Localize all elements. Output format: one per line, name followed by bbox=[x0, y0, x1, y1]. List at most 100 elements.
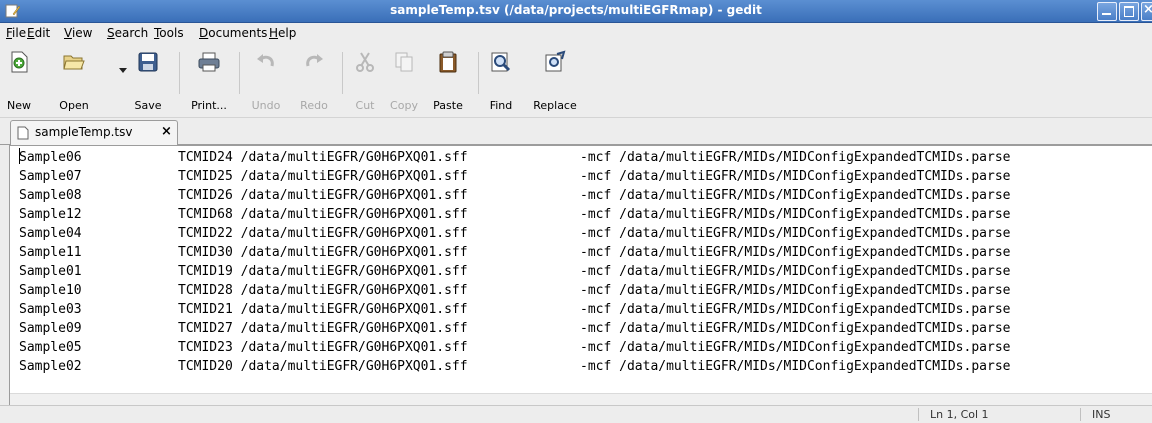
redo-label: Redo bbox=[300, 99, 328, 112]
replace-label: Replace bbox=[533, 99, 577, 112]
window-controls: × bbox=[1095, 2, 1152, 21]
menu-bar: File Edit View Search Tools Documents Help bbox=[0, 23, 1152, 44]
find-label: Find bbox=[489, 99, 513, 112]
line-mid-path: TCMID28 /data/multiEGFR/G0H6PXQ01.sff bbox=[178, 283, 468, 298]
tab-label: sampleTemp.tsv bbox=[35, 125, 133, 139]
line-sample: Sample01 bbox=[19, 264, 82, 279]
title-bar[interactable]: sampleTemp.tsv (/data/projects/multiEGFR… bbox=[0, 0, 1152, 23]
line-mid-path: TCMID22 /data/multiEGFR/G0H6PXQ01.sff bbox=[178, 226, 468, 241]
line-config: -mcf /data/multiEGFR/MIDs/MIDConfigExpan… bbox=[580, 207, 1011, 222]
toolbar: New Open Save Print... Undo Redo Cut Cop… bbox=[0, 44, 1152, 118]
line-config: -mcf /data/multiEGFR/MIDs/MIDConfigExpan… bbox=[580, 340, 1011, 355]
document-tabs: sampleTemp.tsv × bbox=[0, 118, 1152, 145]
open-button[interactable]: Open bbox=[52, 48, 96, 112]
line-sample: Sample02 bbox=[19, 359, 82, 374]
line-sample: Sample11 bbox=[19, 245, 82, 260]
paste-label: Paste bbox=[433, 99, 463, 112]
maximize-icon bbox=[1124, 6, 1134, 17]
magnifier-icon bbox=[491, 52, 511, 72]
print-button[interactable]: Print... bbox=[187, 48, 231, 112]
line-mid-path: TCMID30 /data/multiEGFR/G0H6PXQ01.sff bbox=[178, 245, 468, 260]
text-editor[interactable]: Sample06 TCMID24 /data/multiEGFR/G0H6PXQ0… bbox=[9, 145, 1152, 406]
new-button[interactable]: New bbox=[4, 48, 34, 112]
menu-file[interactable]: File bbox=[6, 26, 26, 40]
paste-button[interactable]: Paste bbox=[428, 48, 468, 112]
tab-sampletemp[interactable]: sampleTemp.tsv × bbox=[10, 120, 178, 145]
line-config: -mcf /data/multiEGFR/MIDs/MIDConfigExpan… bbox=[580, 226, 1011, 241]
chevron-down-icon[interactable] bbox=[119, 68, 127, 73]
window-title: sampleTemp.tsv (/data/projects/multiEGFR… bbox=[390, 3, 762, 17]
find-replace-icon bbox=[545, 50, 566, 72]
close-window-button[interactable]: × bbox=[1141, 2, 1152, 21]
replace-button[interactable]: Replace bbox=[527, 48, 583, 112]
menu-search[interactable]: Search bbox=[107, 26, 148, 40]
cut-label: Cut bbox=[355, 99, 375, 112]
line-sample: Sample05 bbox=[19, 340, 82, 355]
close-icon: × bbox=[1143, 2, 1152, 17]
line-sample: Sample08 bbox=[19, 188, 82, 203]
toolbar-separator bbox=[179, 52, 180, 94]
cut-button[interactable]: Cut bbox=[350, 48, 380, 112]
line-mid-path: TCMID26 /data/multiEGFR/G0H6PXQ01.sff bbox=[178, 188, 468, 203]
line-mid-path: TCMID19 /data/multiEGFR/G0H6PXQ01.sff bbox=[178, 264, 468, 279]
new-document-icon bbox=[11, 51, 28, 73]
close-tab-icon[interactable]: × bbox=[161, 124, 172, 139]
line-mid-path: TCMID21 /data/multiEGFR/G0H6PXQ01.sff bbox=[178, 302, 468, 317]
document-icon bbox=[17, 126, 29, 140]
toolbar-separator bbox=[342, 52, 343, 94]
maximize-button[interactable] bbox=[1119, 2, 1139, 21]
open-label: Open bbox=[59, 99, 89, 112]
cursor-position: Ln 1, Col 1 bbox=[930, 408, 989, 421]
line-mid-path: TCMID25 /data/multiEGFR/G0H6PXQ01.sff bbox=[178, 169, 468, 184]
line-sample: Sample12 bbox=[19, 207, 82, 222]
line-config: -mcf /data/multiEGFR/MIDs/MIDConfigExpan… bbox=[580, 150, 1011, 165]
scissors-icon bbox=[356, 52, 374, 72]
status-bar: Ln 1, Col 1 INS bbox=[0, 405, 1152, 423]
line-config: -mcf /data/multiEGFR/MIDs/MIDConfigExpan… bbox=[580, 321, 1011, 336]
menu-edit[interactable]: Edit bbox=[27, 26, 50, 40]
line-config: -mcf /data/multiEGFR/MIDs/MIDConfigExpan… bbox=[580, 302, 1011, 317]
print-label: Print... bbox=[191, 99, 227, 112]
line-sample: Sample10 bbox=[19, 283, 82, 298]
line-config: -mcf /data/multiEGFR/MIDs/MIDConfigExpan… bbox=[580, 264, 1011, 279]
line-config: -mcf /data/multiEGFR/MIDs/MIDConfigExpan… bbox=[580, 245, 1011, 260]
line-mid-path: TCMID20 /data/multiEGFR/G0H6PXQ01.sff bbox=[178, 359, 468, 374]
line-config: -mcf /data/multiEGFR/MIDs/MIDConfigExpan… bbox=[580, 169, 1011, 184]
copy-icon bbox=[395, 52, 413, 72]
status-separator bbox=[1080, 408, 1081, 421]
menu-help[interactable]: Help bbox=[269, 26, 296, 40]
line-mid-path: TCMID24 /data/multiEGFR/G0H6PXQ01.sff bbox=[178, 150, 468, 165]
undo-button[interactable]: Undo bbox=[248, 48, 284, 112]
redo-button[interactable]: Redo bbox=[296, 48, 332, 112]
toolbar-separator bbox=[478, 52, 479, 94]
redo-icon bbox=[306, 54, 323, 67]
minimize-icon bbox=[1102, 13, 1111, 15]
line-sample: Sample06 bbox=[19, 150, 82, 165]
toolbar-separator bbox=[239, 52, 240, 94]
line-sample: Sample04 bbox=[19, 226, 82, 241]
printer-icon bbox=[198, 52, 220, 72]
save-button[interactable]: Save bbox=[131, 48, 165, 112]
minimize-button[interactable] bbox=[1097, 2, 1117, 21]
new-label: New bbox=[7, 99, 31, 112]
menu-tools[interactable]: Tools bbox=[154, 26, 184, 40]
menu-view[interactable]: View bbox=[64, 26, 92, 40]
line-mid-path: TCMID23 /data/multiEGFR/G0H6PXQ01.sff bbox=[178, 340, 468, 355]
save-label: Save bbox=[134, 99, 162, 112]
undo-label: Undo bbox=[251, 99, 281, 112]
find-button[interactable]: Find bbox=[486, 48, 516, 112]
gedit-window: sampleTemp.tsv (/data/projects/multiEGFR… bbox=[0, 0, 1152, 423]
copy-button[interactable]: Copy bbox=[386, 48, 422, 112]
line-config: -mcf /data/multiEGFR/MIDs/MIDConfigExpan… bbox=[580, 188, 1011, 203]
line-config: -mcf /data/multiEGFR/MIDs/MIDConfigExpan… bbox=[580, 283, 1011, 298]
undo-icon bbox=[257, 54, 274, 67]
line-sample: Sample07 bbox=[19, 169, 82, 184]
menu-documents[interactable]: Documents bbox=[199, 26, 267, 40]
line-mid-path: TCMID68 /data/multiEGFR/G0H6PXQ01.sff bbox=[178, 207, 468, 222]
insert-mode[interactable]: INS bbox=[1092, 408, 1110, 421]
floppy-disk-icon bbox=[138, 52, 158, 72]
clipboard-icon bbox=[439, 51, 457, 73]
line-sample: Sample09 bbox=[19, 321, 82, 336]
copy-label: Copy bbox=[390, 99, 418, 112]
line-sample: Sample03 bbox=[19, 302, 82, 317]
